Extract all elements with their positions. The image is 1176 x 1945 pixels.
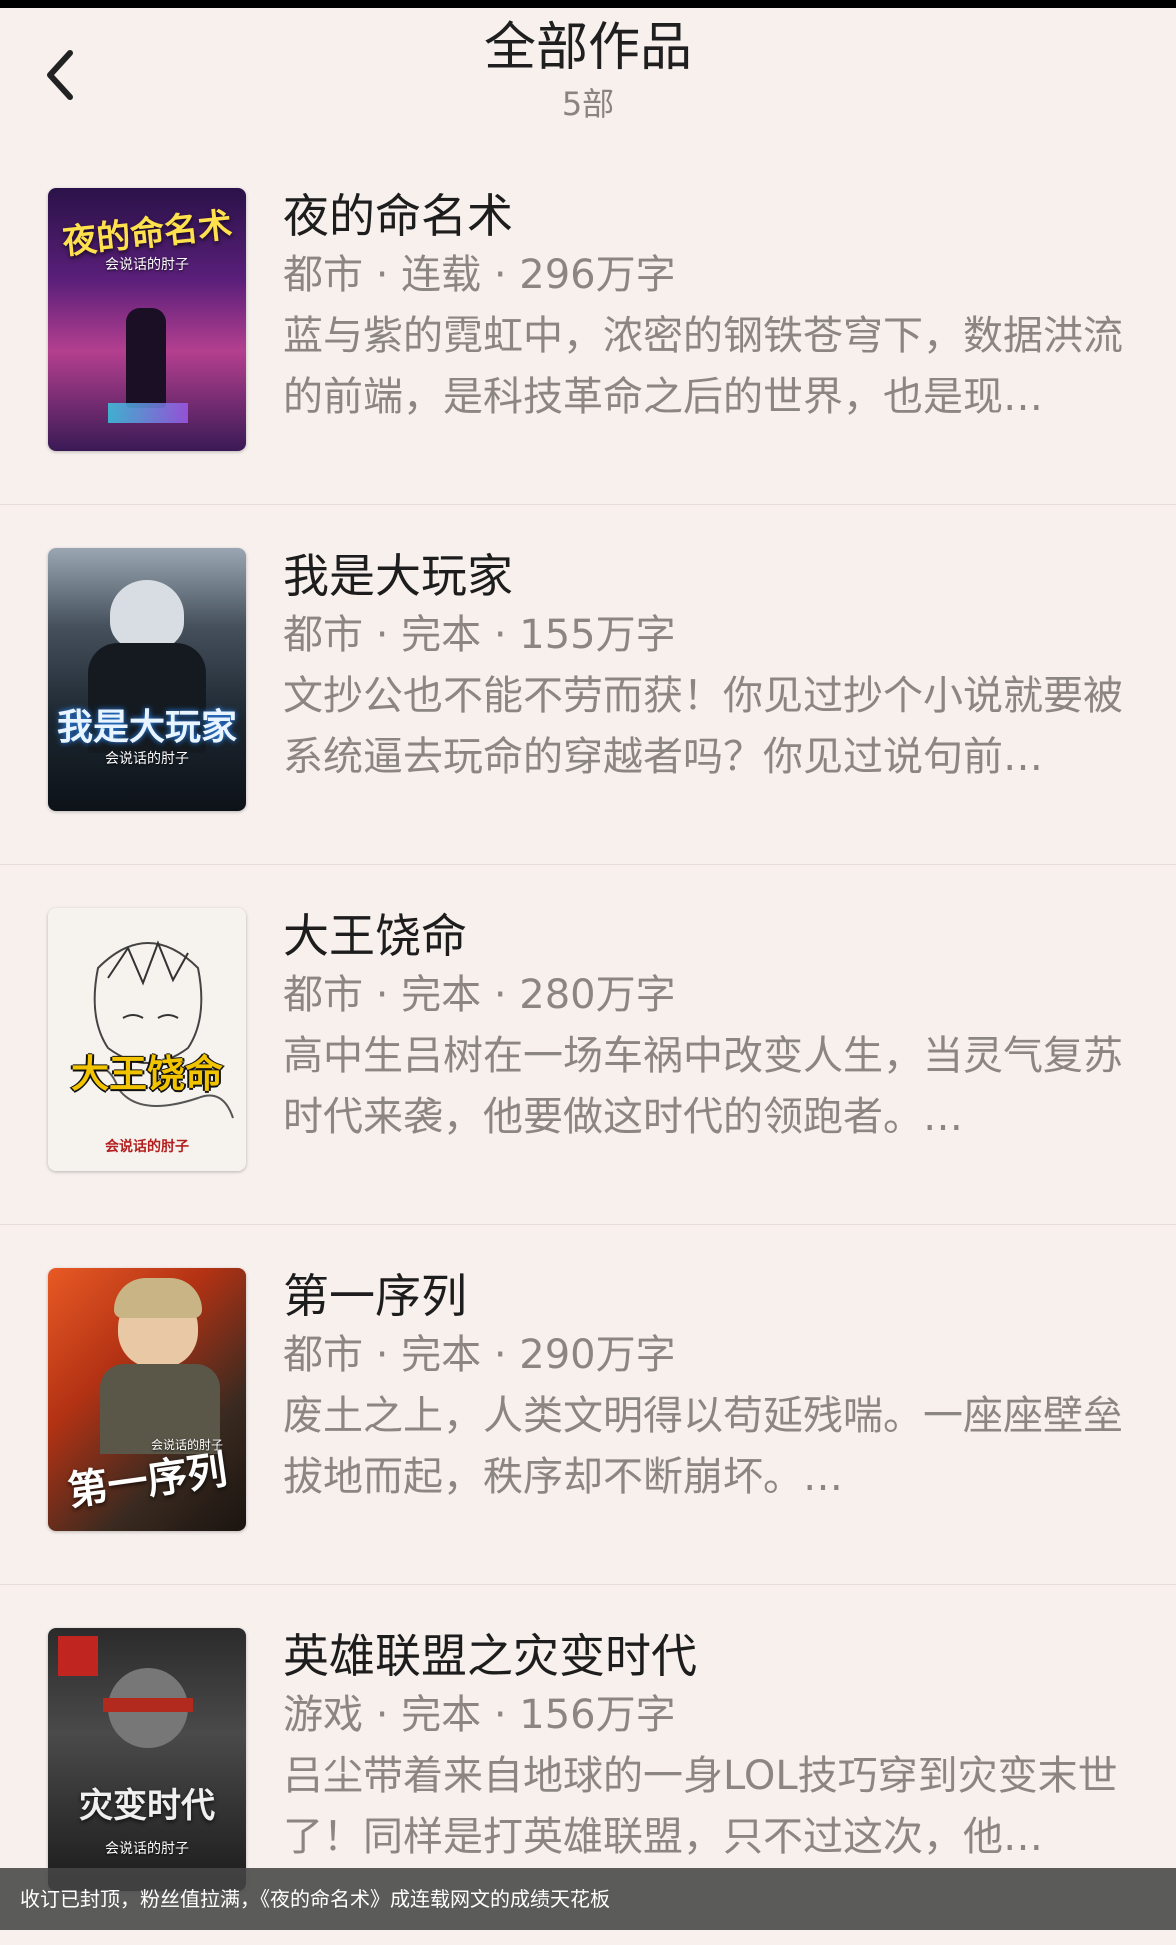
book-info: 我是大玩家 都市 · 完本 · 155万字 文抄公也不能不劳而获！你见过抄个小说…	[283, 545, 1133, 788]
book-meta: 都市 · 连载 · 296万字	[283, 252, 676, 298]
figure-hair	[114, 1278, 202, 1318]
book-cover[interactable]: 灾变时代 会说话的肘子	[48, 1628, 246, 1891]
book-description: 高中生吕树在一场车祸中改变人生，当灵气复苏时代来袭，他要做这时代的领跑者。…	[283, 1033, 1123, 1140]
figure-head	[110, 580, 184, 650]
status-strip	[0, 0, 1176, 8]
book-title[interactable]: 第一序列	[283, 1265, 1133, 1327]
book-cover[interactable]: 大王饶命 会说话的肘子	[48, 908, 246, 1171]
sketch-illustration	[77, 940, 234, 1119]
book-title[interactable]: 夜的命名术	[283, 185, 1133, 247]
book-item[interactable]: 第一序列 会说话的肘子 第一序列 都市 · 完本 · 290万字 废土之上，人类…	[0, 1225, 1176, 1585]
figure-shape	[126, 308, 166, 408]
cover-title: 我是大玩家	[56, 706, 237, 748]
book-title[interactable]: 英雄联盟之灾变时代	[283, 1625, 1133, 1687]
book-item[interactable]: 夜的命名术 会说话的肘子 夜的命名术 都市 · 连载 · 296万字 蓝与紫的霓…	[0, 145, 1176, 505]
light-strip	[108, 403, 188, 423]
book-meta: 都市 · 完本 · 155万字	[283, 612, 676, 658]
book-description: 文抄公也不能不劳而获！你见过抄个小说就要被系统逼去玩命的穿越者吗？你见过说句前…	[283, 673, 1123, 780]
book-description: 废土之上，人类文明得以苟延残喘。一座座壁垒拔地而起，秩序却不断崩坏。…	[283, 1393, 1123, 1500]
book-title[interactable]: 大王饶命	[283, 905, 1133, 967]
page-title: 全部作品	[483, 18, 692, 78]
book-meta: 都市 · 完本 · 280万字	[283, 972, 676, 1018]
book-item[interactable]: 我是大玩家 会说话的肘子 我是大玩家 都市 · 完本 · 155万字 文抄公也不…	[0, 505, 1176, 865]
book-cover[interactable]: 夜的命名术 会说话的肘子	[48, 188, 246, 451]
book-info: 大王饶命 都市 · 完本 · 280万字 高中生吕树在一场车祸中改变人生，当灵气…	[283, 905, 1133, 1148]
book-info: 英雄联盟之灾变时代 游戏 · 完本 · 156万字 吕尘带着来自地球的一身LOL…	[283, 1625, 1133, 1868]
page-header: 全部作品 5部	[0, 8, 1176, 138]
book-cover[interactable]: 我是大玩家 会说话的肘子	[48, 548, 246, 811]
book-cover[interactable]: 第一序列 会说话的肘子	[48, 1268, 246, 1531]
book-info: 夜的命名术 都市 · 连载 · 296万字 蓝与紫的霓虹中，浓密的钢铁苍穹下，数…	[283, 185, 1133, 428]
works-count: 5部	[561, 85, 615, 123]
book-description: 吕尘带着来自地球的一身LOL技巧穿到灾变末世了！同样是打英雄联盟，只不过这次，他…	[283, 1753, 1118, 1860]
book-title[interactable]: 我是大玩家	[283, 545, 1133, 607]
cover-author: 会说话的肘子	[105, 1139, 189, 1155]
book-meta: 游戏 · 完本 · 156万字	[283, 1692, 676, 1738]
cover-title: 大王饶命	[70, 1051, 223, 1096]
cover-author: 会说话的肘子	[150, 1438, 223, 1452]
cover-author: 会说话的肘子	[105, 751, 189, 767]
book-item[interactable]: 大王饶命 会说话的肘子 大王饶命 都市 · 完本 · 280万字 高中生吕树在一…	[0, 865, 1176, 1225]
cover-title: 灾变时代	[79, 1786, 215, 1826]
book-info: 第一序列 都市 · 完本 · 290万字 废土之上，人类文明得以苟延残喘。一座座…	[283, 1265, 1133, 1508]
book-meta: 都市 · 完本 · 290万字	[283, 1332, 676, 1378]
cover-author: 会说话的肘子	[105, 257, 189, 273]
headband	[103, 1698, 193, 1712]
book-list: 夜的命名术 会说话的肘子 夜的命名术 都市 · 连载 · 296万字 蓝与紫的霓…	[0, 145, 1176, 1945]
publisher-badge	[58, 1636, 98, 1676]
caption-overlay: 收订已封顶，粉丝值拉满，《夜的命名术》成连载网文的成绩天花板	[0, 1868, 1176, 1930]
book-description: 蓝与紫的霓虹中，浓密的钢铁苍穹下，数据洪流的前端，是科技革命之后的世界，也是现…	[283, 313, 1123, 420]
cover-author: 会说话的肘子	[105, 1841, 189, 1857]
